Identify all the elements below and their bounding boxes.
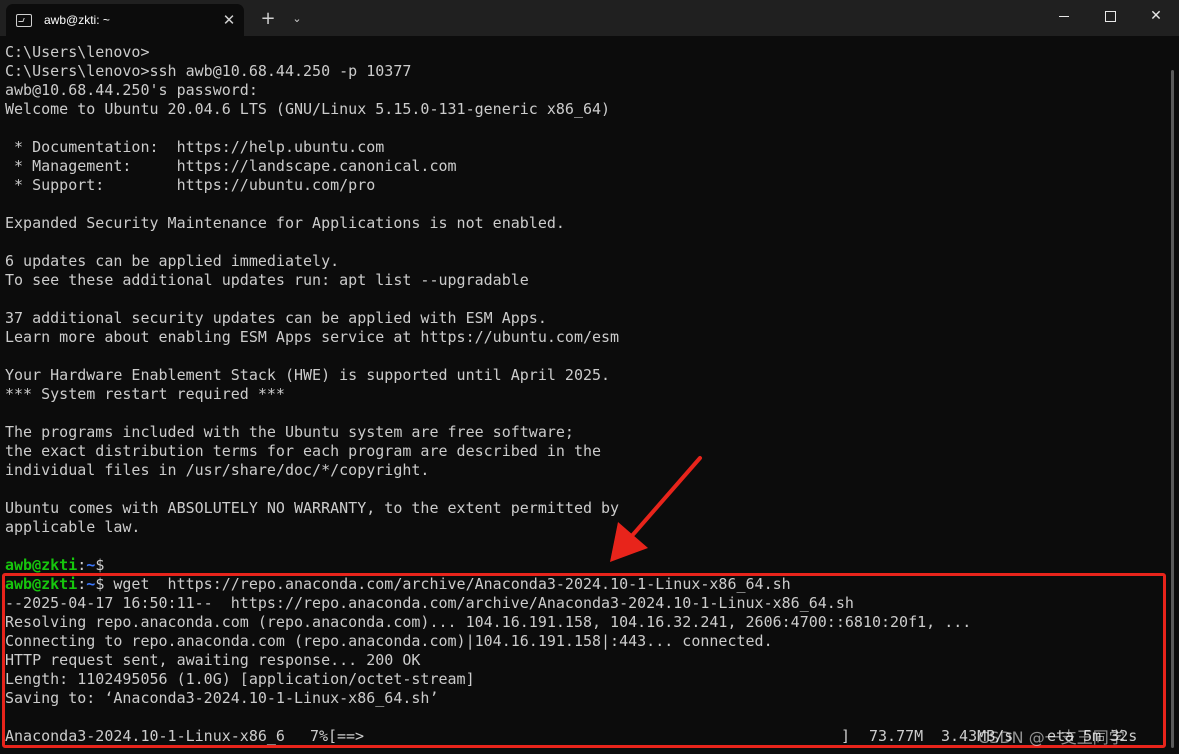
- terminal-line: * Support: https://ubuntu.com/pro: [5, 176, 376, 194]
- terminal-line: Expanded Security Maintenance for Applic…: [5, 214, 565, 232]
- terminal-line: Your Hardware Enablement Stack (HWE) is …: [5, 366, 611, 384]
- terminal-line: awb@10.68.44.250's password:: [5, 81, 258, 99]
- terminal-line: To see these additional updates run: apt…: [5, 271, 529, 289]
- watermark: CSDN @一支王同学: [978, 728, 1125, 747]
- minimize-icon: [1059, 15, 1069, 17]
- close-icon: ✕: [1150, 8, 1162, 24]
- terminal-line: * Documentation: https://help.ubuntu.com: [5, 138, 385, 156]
- highlight-annotation-box: [2, 573, 1166, 748]
- title-bar: awb@zkti: ~ ✕ + ⌄ ✕: [0, 0, 1179, 36]
- terminal-tab[interactable]: awb@zkti: ~ ✕: [6, 4, 244, 36]
- terminal-line: the exact distribution terms for each pr…: [5, 442, 602, 460]
- maximize-icon: [1104, 10, 1116, 22]
- close-window-button[interactable]: ✕: [1133, 0, 1179, 32]
- terminal-line: Welcome to Ubuntu 20.04.6 LTS (GNU/Linux…: [5, 100, 611, 118]
- prompt-dollar: $: [95, 556, 105, 574]
- terminal-line: C:\Users\lenovo>: [5, 43, 150, 61]
- terminal-line: *** System restart required ***: [5, 385, 285, 403]
- terminal-line: * Management: https://landscape.canonica…: [5, 157, 457, 175]
- tab-title: awb@zkti: ~: [44, 13, 110, 27]
- terminal-line: Learn more about enabling ESM Apps servi…: [5, 328, 620, 346]
- prompt-colon: :: [77, 556, 87, 574]
- terminal-line: Ubuntu comes with ABSOLUTELY NO WARRANTY…: [5, 499, 620, 517]
- tab-close-icon[interactable]: ✕: [214, 11, 244, 29]
- terminal-icon: [16, 13, 32, 27]
- prompt-path: ~: [86, 556, 96, 574]
- minimize-button[interactable]: [1041, 0, 1087, 32]
- maximize-button[interactable]: [1087, 0, 1133, 32]
- terminal-line: 6 updates can be applied immediately.: [5, 252, 340, 270]
- prompt-user: awb@zkti: [5, 556, 78, 574]
- terminal-line: The programs included with the Ubuntu sy…: [5, 423, 574, 441]
- annotation-arrow-icon: [610, 456, 702, 562]
- terminal-line: C:\Users\lenovo>ssh awb@10.68.44.250 -p …: [5, 62, 412, 80]
- terminal-line: individual files in /usr/share/doc/*/cop…: [5, 461, 430, 479]
- scrollbar[interactable]: [1171, 70, 1174, 748]
- terminal-line: applicable law.: [5, 518, 141, 536]
- chevron-down-icon[interactable]: ⌄: [286, 4, 308, 32]
- new-tab-button[interactable]: +: [254, 4, 282, 32]
- terminal-line: 37 additional security updates can be ap…: [5, 309, 547, 327]
